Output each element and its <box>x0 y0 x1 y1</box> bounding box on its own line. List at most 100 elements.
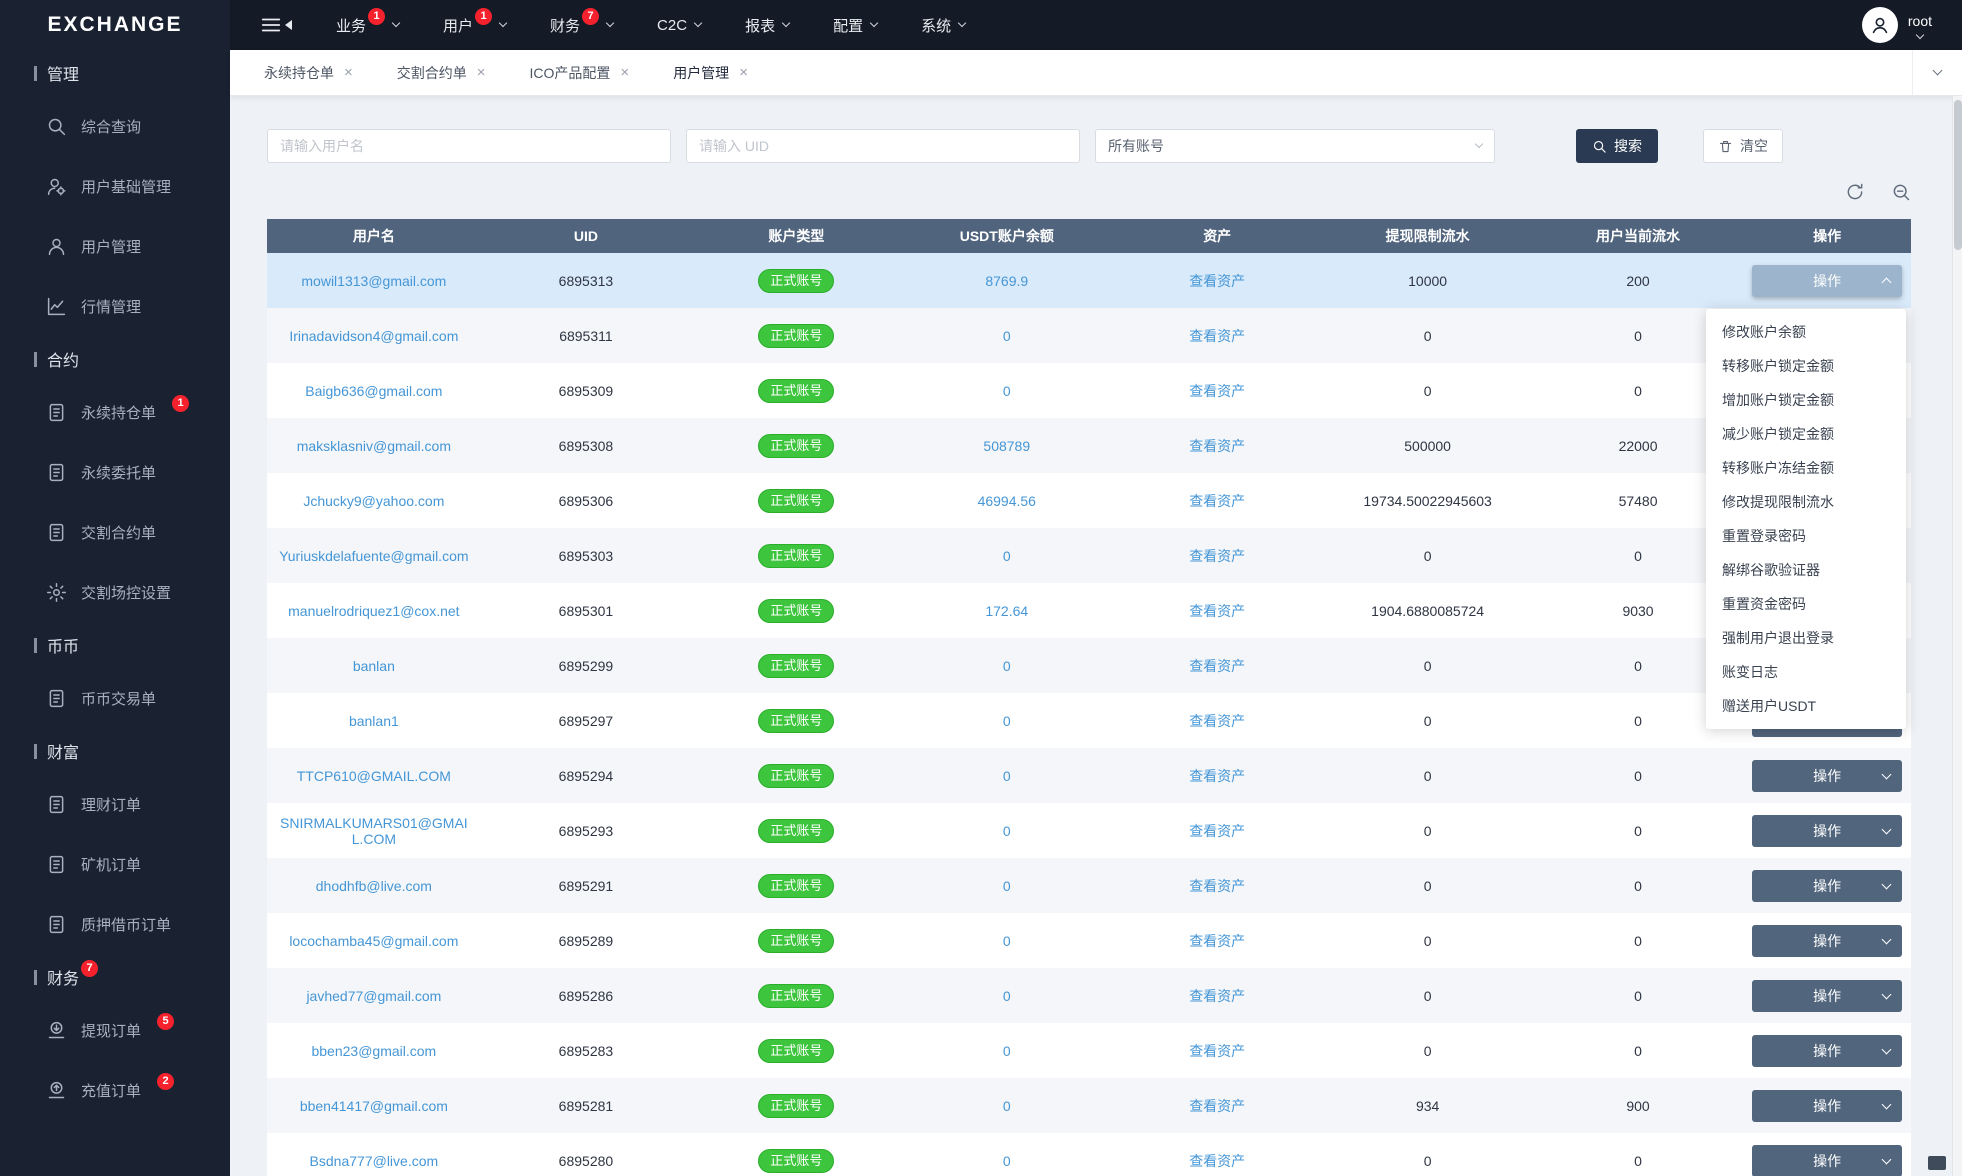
sidebar-item-0-1[interactable]: 用户基础管理 <box>0 156 230 216</box>
topnav-item-2[interactable]: 财务7 <box>550 15 613 36</box>
action-menu-item-7[interactable]: 解绑谷歌验证器 <box>1706 553 1906 587</box>
action-button[interactable]: 操作 <box>1752 1090 1902 1122</box>
username-link[interactable]: Jchucky9@yahoo.com <box>303 493 444 509</box>
sidebar-item-4-0[interactable]: 提现订单5 <box>0 1000 230 1060</box>
view-assets-link[interactable]: 查看资产 <box>1189 603 1245 619</box>
usdt-balance-link[interactable]: 508789 <box>983 438 1030 454</box>
refresh-icon[interactable] <box>1845 182 1865 202</box>
action-button[interactable]: 操作 <box>1752 980 1902 1012</box>
username-link[interactable]: banlan1 <box>349 713 399 729</box>
username-link[interactable]: banlan <box>353 658 395 674</box>
action-menu-item-8[interactable]: 重置资金密码 <box>1706 587 1906 621</box>
usdt-balance-link[interactable]: 172.64 <box>985 603 1028 619</box>
topnav-item-3[interactable]: C2C <box>657 15 701 36</box>
action-menu-item-6[interactable]: 重置登录密码 <box>1706 519 1906 553</box>
sidebar-item-1-1[interactable]: 永续委托单 <box>0 442 230 502</box>
view-assets-link[interactable]: 查看资产 <box>1189 658 1245 674</box>
sidebar-item-1-2[interactable]: 交割合约单 <box>0 502 230 562</box>
sidebar-item-3-1[interactable]: 矿机订单 <box>0 834 230 894</box>
username-input[interactable] <box>267 129 671 163</box>
sidebar-item-1-3[interactable]: 交割场控设置 <box>0 562 230 622</box>
action-menu-item-0[interactable]: 修改账户余额 <box>1706 315 1906 349</box>
action-button[interactable]: 操作 <box>1752 760 1902 792</box>
sidebar-item-0-2[interactable]: 用户管理 <box>0 216 230 276</box>
clear-button[interactable]: 清空 <box>1703 129 1783 163</box>
tab-2[interactable]: ICO产品配置× <box>508 50 652 95</box>
username-link[interactable]: maksklasniv@gmail.com <box>297 438 451 454</box>
view-assets-link[interactable]: 查看资产 <box>1189 383 1245 399</box>
close-icon[interactable]: × <box>739 64 748 81</box>
usdt-balance-link[interactable]: 46994.56 <box>978 493 1036 509</box>
usdt-balance-link[interactable]: 0 <box>1003 988 1011 1004</box>
action-menu-item-1[interactable]: 转移账户锁定金额 <box>1706 349 1906 383</box>
username-link[interactable]: Yuriuskdelafuente@gmail.com <box>279 548 468 564</box>
usdt-balance-link[interactable]: 0 <box>1003 823 1011 839</box>
usdt-balance-link[interactable]: 0 <box>1003 933 1011 949</box>
usdt-balance-link[interactable]: 0 <box>1003 1043 1011 1059</box>
username-link[interactable]: mowil1313@gmail.com <box>301 273 446 289</box>
view-assets-link[interactable]: 查看资产 <box>1189 878 1245 894</box>
usdt-balance-link[interactable]: 0 <box>1003 548 1011 564</box>
username-link[interactable]: Baigb636@gmail.com <box>305 383 442 399</box>
username-link[interactable]: bben41417@gmail.com <box>300 1098 448 1114</box>
sidebar-item-3-2[interactable]: 质押借币订单 <box>0 894 230 954</box>
action-menu-item-10[interactable]: 账变日志 <box>1706 655 1906 689</box>
username-link[interactable]: javhed77@gmail.com <box>306 988 441 1004</box>
user-menu[interactable]: root <box>1862 7 1932 43</box>
usdt-balance-link[interactable]: 0 <box>1003 658 1011 674</box>
view-assets-link[interactable]: 查看资产 <box>1189 493 1245 509</box>
action-menu-item-9[interactable]: 强制用户退出登录 <box>1706 621 1906 655</box>
action-button[interactable]: 操作 <box>1752 265 1902 297</box>
view-assets-link[interactable]: 查看资产 <box>1189 273 1245 289</box>
sidebar-item-3-0[interactable]: 理财订单 <box>0 774 230 834</box>
close-icon[interactable]: × <box>344 64 353 81</box>
username-link[interactable]: Irinadavidson4@gmail.com <box>289 328 458 344</box>
topnav-item-6[interactable]: 系统 <box>921 15 965 36</box>
usdt-balance-link[interactable]: 0 <box>1003 878 1011 894</box>
topnav-item-5[interactable]: 配置 <box>833 15 877 36</box>
action-menu-item-4[interactable]: 转移账户冻结金额 <box>1706 451 1906 485</box>
username-link[interactable]: SNIRMALKUMARS01@GMAIL.COM <box>280 815 468 847</box>
sidebar-item-0-3[interactable]: 行情管理 <box>0 276 230 336</box>
sidebar-item-4-1[interactable]: 充值订单2 <box>0 1060 230 1120</box>
uid-input[interactable] <box>686 129 1080 163</box>
usdt-balance-link[interactable]: 0 <box>1003 1098 1011 1114</box>
sidebar-collapse-button[interactable] <box>260 14 292 36</box>
close-icon[interactable]: × <box>620 64 629 81</box>
view-assets-link[interactable]: 查看资产 <box>1189 988 1245 1004</box>
scrollbar-thumb[interactable] <box>1954 100 1962 250</box>
usdt-balance-link[interactable]: 0 <box>1003 1153 1011 1169</box>
account-type-select[interactable]: 所有账号 <box>1095 129 1495 163</box>
action-button[interactable]: 操作 <box>1752 815 1902 847</box>
sidebar-item-1-0[interactable]: 永续持仓单1 <box>0 382 230 442</box>
action-button[interactable]: 操作 <box>1752 1035 1902 1067</box>
username-link[interactable]: bben23@gmail.com <box>311 1043 436 1059</box>
tab-3[interactable]: 用户管理× <box>651 50 770 95</box>
view-assets-link[interactable]: 查看资产 <box>1189 548 1245 564</box>
zoom-icon[interactable] <box>1891 182 1911 202</box>
view-assets-link[interactable]: 查看资产 <box>1189 1098 1245 1114</box>
sidebar-item-0-0[interactable]: 综合查询 <box>0 96 230 156</box>
view-assets-link[interactable]: 查看资产 <box>1189 933 1245 949</box>
usdt-balance-link[interactable]: 8769.9 <box>985 273 1028 289</box>
tab-1[interactable]: 交割合约单× <box>375 50 508 95</box>
usdt-balance-link[interactable]: 0 <box>1003 713 1011 729</box>
view-assets-link[interactable]: 查看资产 <box>1189 768 1245 784</box>
view-assets-link[interactable]: 查看资产 <box>1189 438 1245 454</box>
username-link[interactable]: locochamba45@gmail.com <box>289 933 458 949</box>
sidebar-item-2-0[interactable]: 币币交易单 <box>0 668 230 728</box>
topnav-item-0[interactable]: 业务1 <box>336 15 399 36</box>
action-button[interactable]: 操作 <box>1752 925 1902 957</box>
usdt-balance-link[interactable]: 0 <box>1003 328 1011 344</box>
tab-0[interactable]: 永续持仓单× <box>242 50 375 95</box>
close-icon[interactable]: × <box>477 64 486 81</box>
username-link[interactable]: manuelrodriquez1@cox.net <box>288 603 459 619</box>
action-button[interactable]: 操作 <box>1752 1145 1902 1176</box>
action-button[interactable]: 操作 <box>1752 870 1902 902</box>
view-assets-link[interactable]: 查看资产 <box>1189 1153 1245 1169</box>
action-menu-item-3[interactable]: 减少账户锁定金额 <box>1706 417 1906 451</box>
search-button[interactable]: 搜索 <box>1576 129 1658 163</box>
view-assets-link[interactable]: 查看资产 <box>1189 1043 1245 1059</box>
vertical-scrollbar[interactable] <box>1952 96 1962 1176</box>
topnav-item-1[interactable]: 用户1 <box>443 15 506 36</box>
